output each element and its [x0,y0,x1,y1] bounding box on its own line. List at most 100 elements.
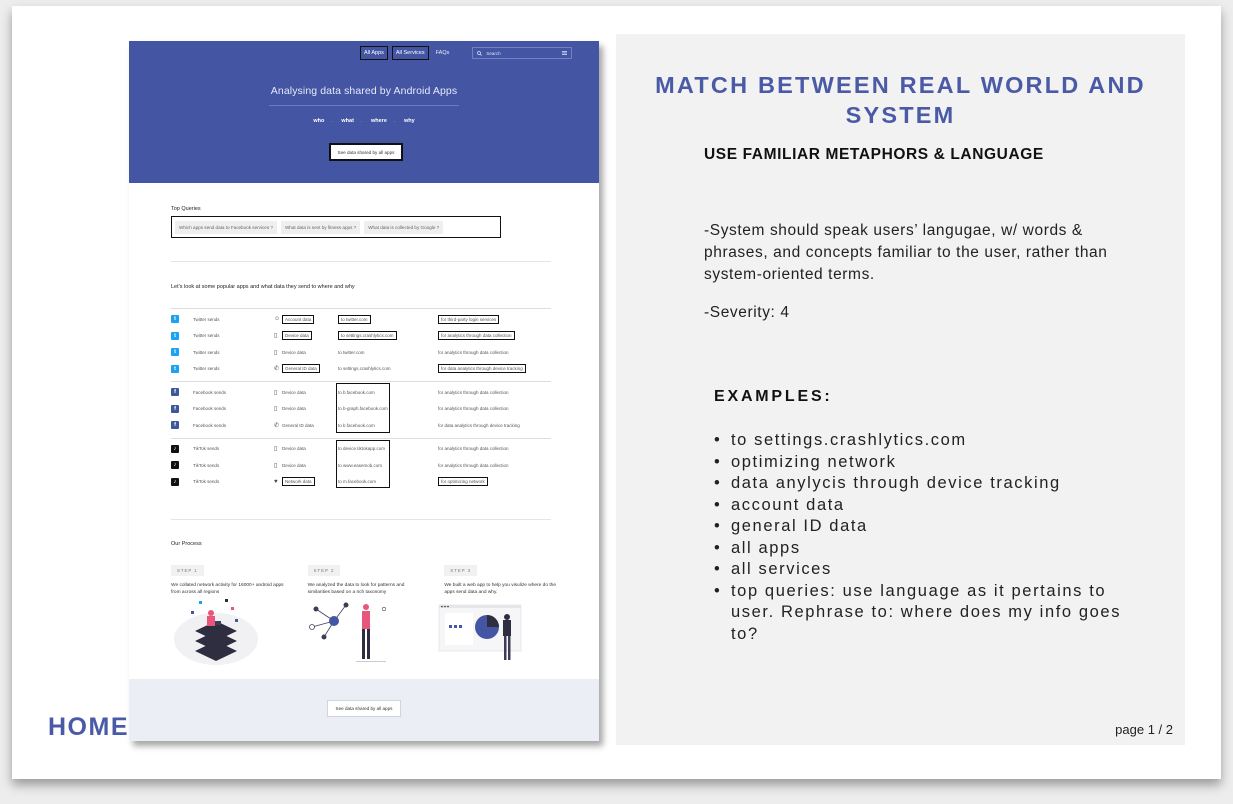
table-row[interactable]: ♪ TikTok sends ▯ Device data to www.ease… [171,457,551,474]
web-app-illustration [438,604,522,660]
example-item: all services [714,559,1134,581]
table-row[interactable]: t Twitter sends ▯ Device data to twitter… [171,344,551,361]
destination: to settings.crashlytics.com [338,366,391,372]
facebook-group: f Facebook sends ▯ Device data to b.face… [171,381,551,438]
heuristic-title: MATCH BETWEEN REAL WORLD AND SYSTEM [655,72,1146,128]
hero-banner: All Apps All Services FAQs Search Analys… [129,41,599,183]
divider [171,519,551,520]
destination: to www.easemob.com [338,462,383,468]
data-type: Device data [282,406,306,412]
sender-label: TikTok sends [193,462,220,468]
keyword-who[interactable]: who [313,118,324,124]
purpose: for analytics through data collection [438,331,515,341]
destination: to twitter.com [338,314,371,324]
data-type: General ID data [282,364,320,374]
step-tag: STEP 2 [307,565,341,576]
data-type: Network data [282,477,315,487]
sender-label: Twitter sends [193,349,220,355]
phone-icon: ▯ [274,406,278,413]
twitter-logo-icon: t [171,315,179,324]
handset-icon: ✆ [274,422,280,429]
data-type: Device data [282,349,306,355]
wifi-icon: ♥ [274,478,278,485]
process-steps: STEP 1 We collated network activity for … [171,559,561,596]
data-stack-illustration [174,599,258,665]
table-row[interactable]: ♪ TikTok sends ▯ Device data to device.t… [171,441,551,458]
phone-icon: ▯ [274,462,278,469]
query-chip-google[interactable]: What data is collected by Google ? [364,220,444,234]
website-mockup: All Apps All Services FAQs Search Analys… [129,41,599,741]
example-item: to settings.crashlytics.com [714,430,1134,452]
process-heading: Our Process [171,541,202,547]
data-type: General ID data [282,422,314,428]
nav-all-apps[interactable]: All Apps [360,46,388,60]
mockup-footer: See data shared by all apps [129,679,599,741]
table-row[interactable]: ♪ TikTok sends ♥ Network data to m.faceb… [171,474,551,491]
tiktok-logo-icon: ♪ [171,461,179,470]
keyword-why[interactable]: why [404,118,415,124]
destination: to b.facebook.com [338,422,375,428]
hero-see-data-button[interactable]: See data shared by all apps [329,143,403,161]
step-tag: STEP 1 [171,565,204,576]
sender-label: TikTok sends [193,479,220,485]
slide-sheet: All Apps All Services FAQs Search Analys… [12,6,1221,779]
keyword-where[interactable]: where [371,118,387,124]
step-text: We analyzed the data to look for pattern… [307,583,405,595]
table-row[interactable]: f Facebook sends ▯ Device data to b.face… [171,384,551,401]
process-step-3: STEP 3 We built a web app to help you vi… [444,559,561,596]
purpose: for analytics through data collection [438,406,509,412]
tiktok-logo-icon: ♪ [171,477,179,486]
phone-icon: ▯ [274,333,278,340]
data-type: Device data [282,389,306,395]
top-queries-list: Which apps send data to Facebook service… [171,216,501,238]
step-text: We built a web app to help you visulize … [444,583,556,595]
table-row[interactable]: t Twitter sends ▯ Device data to setting… [171,328,551,345]
facebook-logo-icon: f [171,421,179,430]
query-chip-fitness[interactable]: What data is sent by fitness apps ? [280,220,361,234]
process-step-1: STEP 1 We collated network activity for … [171,559,288,596]
page-number: page 1 / 2 [1115,722,1173,737]
destination: to m.facebook.com [338,479,377,485]
destination: to device.tiktokapp.com [338,446,386,452]
table-row[interactable]: f Facebook sends ✆ General ID data to b.… [171,417,551,434]
tiktok-logo-icon: ♪ [171,444,179,453]
footer-see-data-button[interactable]: See data shared by all apps [327,700,401,717]
sender-label: Facebook sends [193,406,227,412]
nav-all-services[interactable]: All Services [391,46,429,60]
purpose: for analytics through data collection [438,462,509,468]
data-type: Device data [282,331,312,341]
data-type: Account data [282,314,315,324]
process-step-2: STEP 2 We analyzed the data to look for … [307,559,425,596]
purpose: for analytics through data collection [438,349,509,355]
hamburger-icon[interactable] [562,51,568,55]
facebook-logo-icon: f [171,388,179,397]
twitter-logo-icon: t [171,348,179,357]
data-type: Device data [282,462,306,468]
table-row[interactable]: t Twitter sends ✆ General ID data to set… [171,361,551,378]
sender-label: Twitter sends [193,316,220,322]
purpose: for data analytics through device tracki… [438,364,526,374]
table-row[interactable]: t Twitter sends ☺ Account data to twitte… [171,311,551,328]
destination: to twitter.com [338,349,365,355]
search-input[interactable]: Search [472,47,573,59]
nav-faqs[interactable]: FAQs [433,50,453,56]
example-item: general ID data [714,516,1134,538]
query-chip-facebook[interactable]: Which apps send data to Facebook service… [175,220,277,234]
twitter-group: t Twitter sends ☺ Account data to twitte… [171,308,551,381]
examples-heading: EXAMPLES: [714,388,833,405]
step-text: We collated network activity for 16000+ … [171,583,284,595]
hero-title: Analysing data shared by Android Apps [270,85,458,97]
search-icon [477,50,483,56]
top-queries-heading: Top Queries [171,206,201,212]
twitter-logo-icon: t [171,331,179,340]
sender-label: Facebook sends [193,422,227,428]
sender-label: Facebook sends [193,389,227,395]
keyword-what[interactable]: what [341,118,354,124]
phone-icon: ▯ [274,349,278,356]
table-row[interactable]: f Facebook sends ▯ Device data to b-grap… [171,401,551,418]
example-item: data anylycis through device tracking [714,473,1134,495]
destination: to b.facebook.com [338,389,375,395]
twitter-logo-icon: t [171,364,179,373]
destination: to b-graph.facebook.com [338,406,388,412]
purpose: for third-party login services [438,314,500,324]
